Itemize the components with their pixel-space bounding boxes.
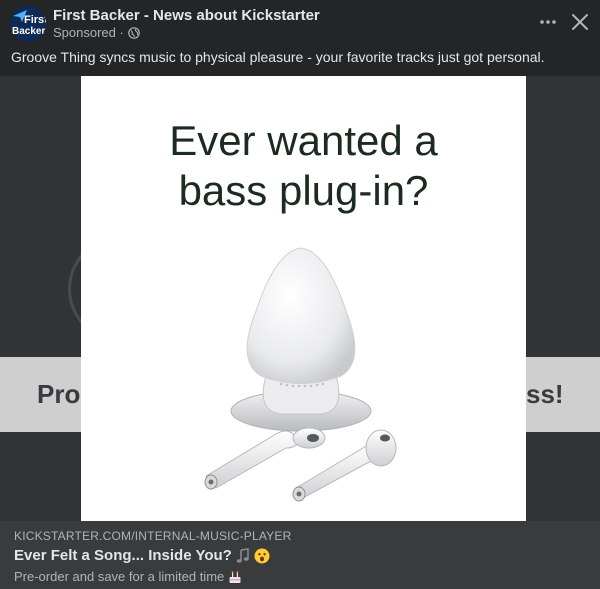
ad-headline-line-1: Ever wanted a [169, 117, 438, 164]
ad-image-card[interactable]: Ever wanted a bass plug-in? [81, 76, 526, 521]
globe-icon [128, 26, 140, 39]
ad-media[interactable]: Pro ss! Ever wanted a bass plug-in? [0, 76, 600, 521]
post-meta: Sponsored · [53, 25, 140, 40]
ad-headline-line-2: bass plug-in? [178, 167, 429, 214]
avatar-text-backer: Backer [12, 26, 46, 37]
avatar-text-first: First [24, 14, 46, 26]
page-avatar[interactable]: First Backer [10, 6, 46, 42]
music-note-emoji [236, 547, 249, 563]
more-options-icon[interactable] [538, 12, 558, 32]
link-domain: KICKSTARTER.COM/INTERNAL-MUSIC-PLAYER [14, 529, 292, 543]
surprised-face-emoji [254, 548, 270, 563]
link-title[interactable]: Ever Felt a Song... Inside You? [14, 547, 270, 564]
post-body-text: Groove Thing syncs music to physical ple… [11, 49, 545, 65]
link-title-text: Ever Felt a Song... Inside You? [14, 547, 232, 564]
ad-headline: Ever wanted a bass plug-in? [81, 116, 526, 216]
link-description-text: Pre-order and save for a limited time [14, 569, 225, 584]
link-description: Pre-order and save for a limited time [14, 569, 242, 584]
post-header: First Backer First Backer - News about K… [0, 0, 600, 44]
link-preview[interactable]: KICKSTARTER.COM/INTERNAL-MUSIC-PLAYER Ev… [0, 521, 600, 589]
page-name-link[interactable]: First Backer - News about Kickstarter [53, 7, 320, 24]
close-icon[interactable] [570, 12, 590, 32]
cake-emoji [229, 570, 241, 583]
product-image [204, 247, 397, 502]
background-text-right: ss! [526, 379, 564, 409]
sponsored-label[interactable]: Sponsored · [53, 25, 124, 40]
background-text-left: Pro [37, 379, 81, 409]
